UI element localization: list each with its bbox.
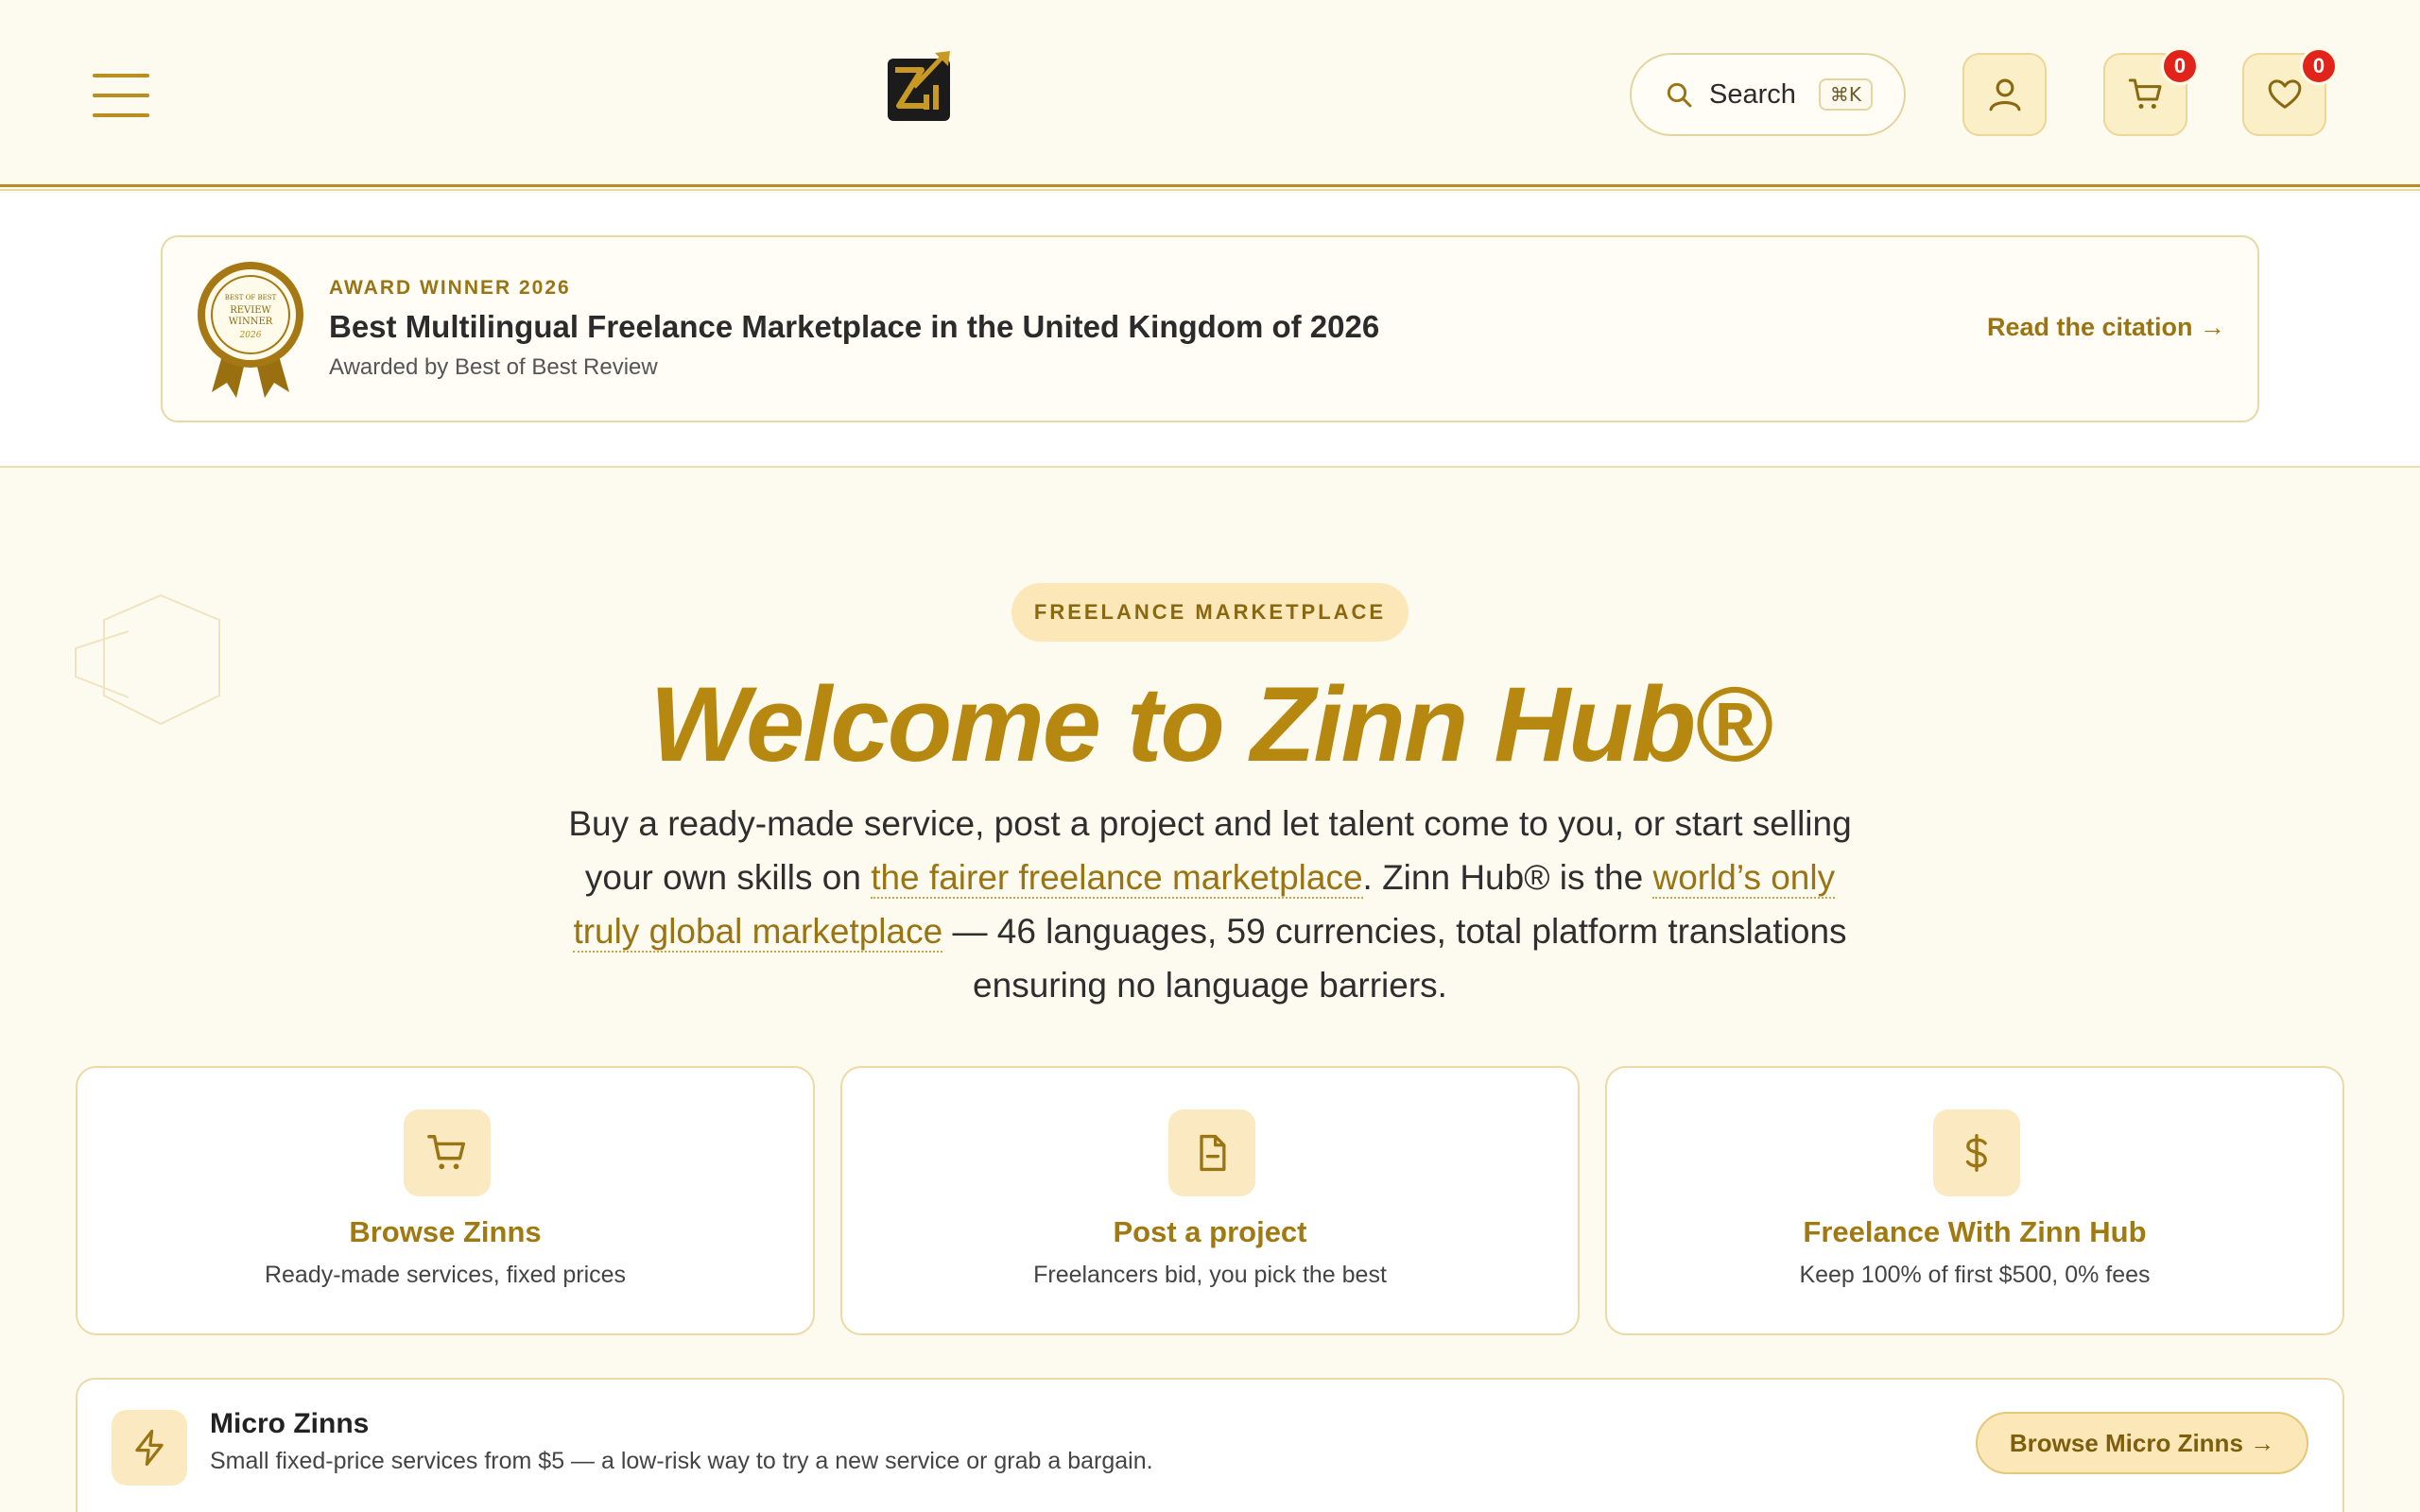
award-kicker: AWARD WINNER 2026 (329, 277, 571, 299)
heart-icon (2268, 79, 2301, 109)
card-icon-box (1168, 1109, 1255, 1196)
cart-icon (427, 1135, 465, 1170)
hero-title: Welcome to Zinn Hub® (649, 665, 1772, 783)
cart-button[interactable]: 0 (2103, 47, 2199, 136)
card-title: Freelance With Zinn Hub (1803, 1215, 2147, 1248)
section-pill: FREELANCE MARKETPLACE (1011, 583, 1409, 642)
micro-icon-box (112, 1410, 187, 1486)
wishlist-count-badge: 0 (2300, 47, 2338, 85)
cart-icon (2128, 78, 2161, 109)
search-icon (1667, 82, 1692, 108)
card-title: Post a project (1113, 1215, 1307, 1248)
card-subtitle: Keep 100% of first $500, 0% fees (1799, 1262, 2151, 1288)
svg-text:BEST OF BEST: BEST OF BEST (225, 294, 277, 301)
card-icon-box (1933, 1109, 2020, 1196)
card-subtitle: Freelancers bid, you pick the best (1033, 1262, 1387, 1288)
card-title: Browse Zinns (349, 1215, 542, 1248)
svg-text:WINNER: WINNER (229, 317, 273, 327)
award-section: BEST OF BEST REVIEW WINNER 2026 AWARD WI… (0, 194, 2420, 468)
site-header: Search ⌘K 0 0 (0, 0, 2420, 191)
award-banner: BEST OF BEST REVIEW WINNER 2026 AWARD WI… (161, 235, 2259, 422)
micro-subtitle: Small fixed-price services from $5 — a l… (210, 1448, 1153, 1474)
post-project-card[interactable]: Post a project Freelancers bid, you pick… (840, 1066, 1580, 1335)
freelance-card[interactable]: Freelance With Zinn Hub Keep 100% of fir… (1605, 1066, 2344, 1335)
hero-desc-text-3: — 46 languages, 59 currencies, total pla… (942, 912, 1847, 1005)
zinn-hub-logo[interactable] (886, 49, 955, 123)
browse-zinns-card[interactable]: Browse Zinns Ready-made services, fixed … (76, 1066, 815, 1335)
user-icon (1989, 78, 2020, 112)
menu-icon[interactable] (93, 74, 149, 117)
micro-title: Micro Zinns (210, 1408, 370, 1439)
award-seal-icon: BEST OF BEST REVIEW WINNER 2026 (198, 262, 303, 398)
fairer-marketplace-link[interactable]: the fairer freelance marketplace (871, 858, 1363, 899)
cart-count-badge: 0 (2161, 47, 2199, 85)
card-icon-box (404, 1109, 491, 1196)
search-shortcut: ⌘K (1818, 78, 1874, 111)
hero-description: Buy a ready-made service, post a project… (567, 797, 1853, 1012)
document-icon (1200, 1134, 1226, 1172)
read-citation-link[interactable]: Read the citation → (1987, 313, 2225, 342)
lightning-icon (135, 1429, 164, 1467)
svg-text:2026: 2026 (239, 331, 262, 340)
award-issuer: Awarded by Best of Best Review (329, 354, 658, 380)
hero-desc-text-2: . Zinn Hub® is the (1362, 858, 1653, 897)
award-title: Best Multilingual Freelance Marketplace … (329, 309, 1380, 344)
search-label: Search (1709, 78, 1796, 110)
search-button[interactable]: Search ⌘K (1630, 53, 1906, 136)
svg-text:REVIEW: REVIEW (230, 305, 271, 316)
account-button[interactable] (1962, 53, 2047, 136)
dollar-icon (1965, 1134, 1987, 1172)
wishlist-button[interactable]: 0 (2242, 47, 2338, 136)
browse-micro-zinns-button[interactable]: Browse Micro Zinns → (1976, 1412, 2308, 1474)
card-subtitle: Ready-made services, fixed prices (264, 1262, 627, 1288)
micro-zinns-banner: Micro Zinns Small fixed-price services f… (76, 1378, 2344, 1512)
